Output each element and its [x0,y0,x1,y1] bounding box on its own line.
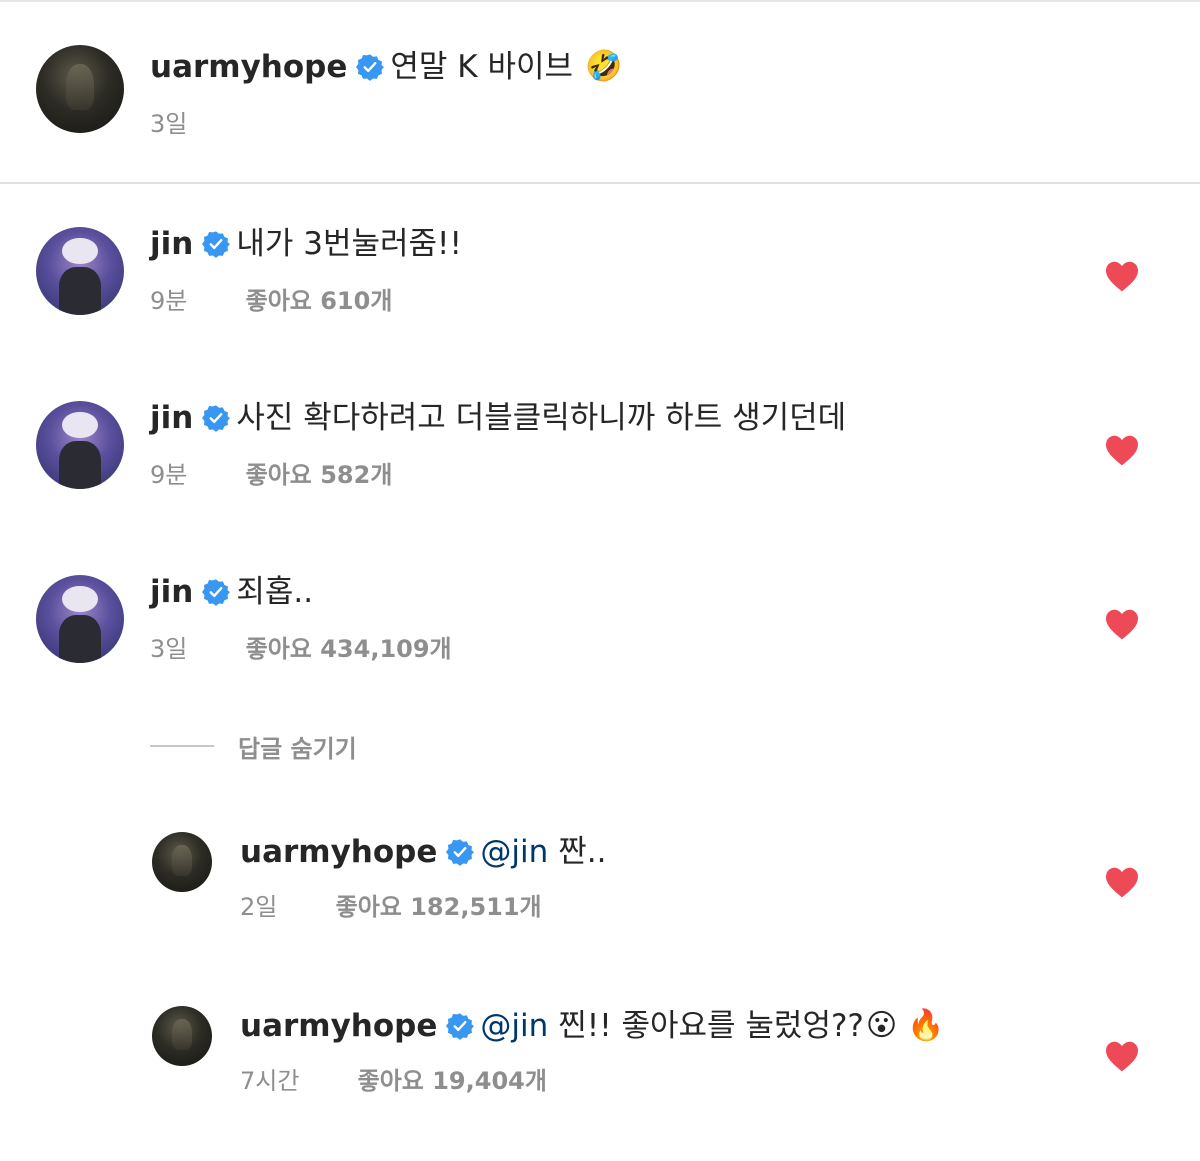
verified-badge-icon [356,54,385,81]
timestamp[interactable]: 9분 [150,460,238,490]
like-count[interactable]: 좋아요 582개 [246,461,393,489]
reply-text: 찐!! 좋아요를 눌렀엉?? [558,1008,864,1044]
comment-text: 죄홉.. [236,574,314,610]
reply-row: uarmyhope @jin 찐!! 좋아요를 눌렀엉?? 😮 🔥 7시간 좋아… [0,1004,1200,1114]
surprised-emoji: 😮 [865,1008,898,1043]
avatar[interactable] [152,1006,212,1066]
like-count[interactable]: 좋아요 182,511개 [336,893,542,921]
username[interactable]: jin [150,572,193,612]
heart-filled-icon[interactable] [1104,608,1140,640]
toggle-line [150,745,214,747]
heart-filled-icon[interactable] [1104,866,1140,898]
heart-filled-icon[interactable] [1104,1040,1140,1072]
avatar[interactable] [36,227,124,315]
username[interactable]: uarmyhope [150,47,347,87]
verified-badge-icon [202,579,231,606]
like-count[interactable]: 좋아요 19,404개 [358,1067,547,1095]
hide-replies-button[interactable]: 답글 숨기기 [150,730,357,763]
timestamp[interactable]: 3일 [150,109,238,139]
verified-badge-icon [202,231,231,258]
comment-row: jin 사진 확다하려고 더블클릭하니까 하트 생기던데 9분 좋아요 582개 [0,398,1200,508]
post-caption: uarmyhope 연말 K 바이브 🤣 3일 [0,40,1200,150]
top-border [0,0,1200,2]
username[interactable]: uarmyhope [240,1006,437,1046]
timestamp[interactable]: 7시간 [240,1066,350,1096]
timestamp[interactable]: 3일 [150,634,238,664]
comment-row: jin 내가 3번눌러줌!! 9분 좋아요 610개 [0,224,1200,334]
verified-badge-icon [446,839,475,866]
username[interactable]: uarmyhope [240,832,437,872]
like-count[interactable]: 좋아요 434,109개 [246,635,452,663]
mention-link[interactable]: @jin [480,832,548,872]
divider [0,182,1200,184]
username[interactable]: jin [150,224,193,264]
comment-row: jin 죄홉.. 3일 좋아요 434,109개 [0,572,1200,682]
rofl-emoji: 🤣 [585,49,623,84]
verified-badge-icon [202,405,231,432]
comment-text: 사진 확다하려고 더블클릭하니까 하트 생기던데 [236,400,847,436]
verified-badge-icon [446,1013,475,1040]
timestamp[interactable]: 9분 [150,286,238,316]
avatar[interactable] [36,401,124,489]
like-count[interactable]: 좋아요 610개 [246,287,393,315]
caption-text: 연말 K 바이브 [390,49,574,85]
heart-filled-icon[interactable] [1104,260,1140,292]
fire-emoji: 🔥 [907,1008,945,1043]
mention-link[interactable]: @jin [480,1006,548,1046]
hide-replies-label: 답글 숨기기 [238,734,357,763]
username[interactable]: jin [150,398,193,438]
comment-text: 내가 3번눌러줌!! [236,226,462,262]
avatar[interactable] [152,832,212,892]
reply-row: uarmyhope @jin 짠.. 2일 좋아요 182,511개 [0,830,1200,940]
heart-filled-icon[interactable] [1104,434,1140,466]
timestamp[interactable]: 2일 [240,892,328,922]
reply-text: 짠.. [558,834,607,870]
avatar[interactable] [36,45,124,133]
avatar[interactable] [36,575,124,663]
